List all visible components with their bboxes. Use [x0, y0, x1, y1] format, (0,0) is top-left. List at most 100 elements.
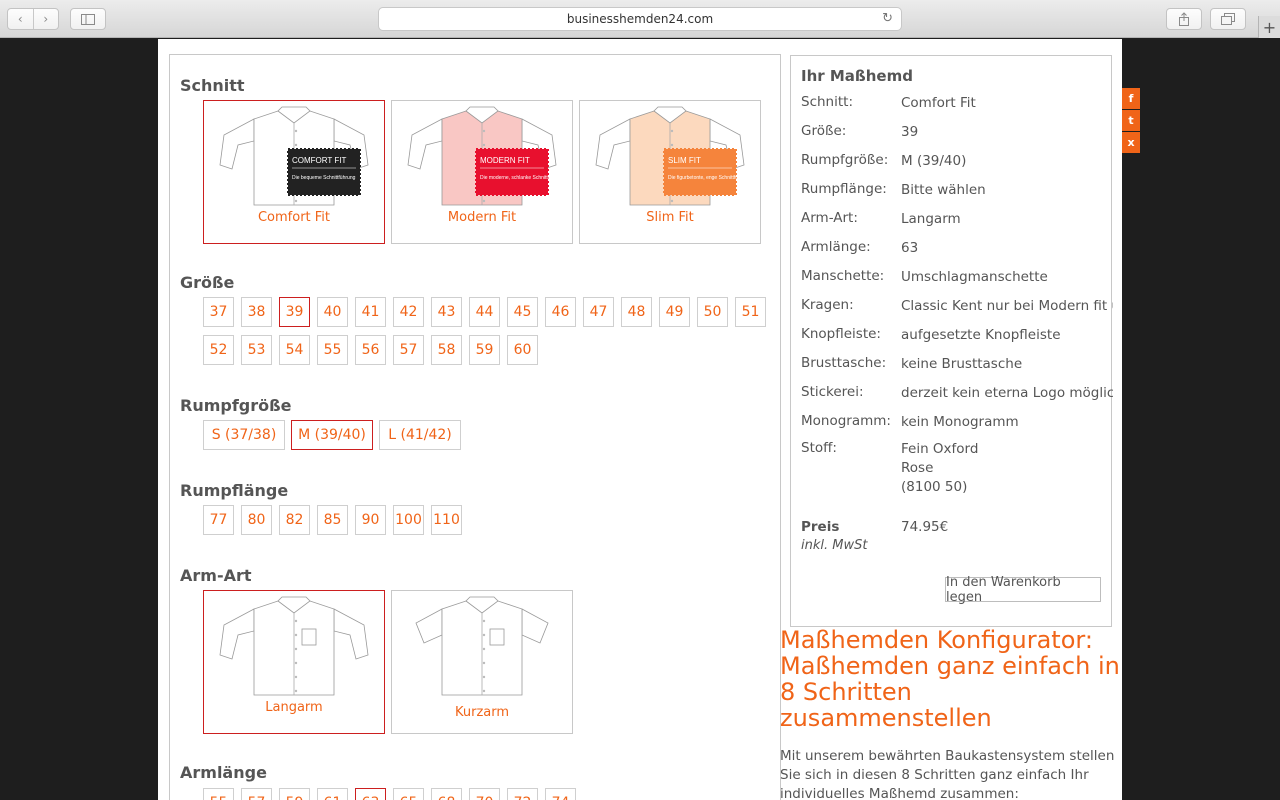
summary-value: derzeit kein eterna Logo möglich	[901, 385, 1113, 401]
size-option[interactable]: 48	[621, 297, 652, 327]
tabs-overview-icon[interactable]	[1210, 8, 1246, 30]
svg-text:Die bequeme Schnittführung: Die bequeme Schnittführung	[292, 175, 356, 181]
summary-key: Manschette:	[801, 268, 885, 284]
history-nav: ‹ ›	[7, 8, 59, 30]
summary-key: Brusttasche:	[801, 355, 887, 371]
body-size-option[interactable]: M (39/40)	[291, 420, 373, 450]
body-length-option[interactable]: 85	[317, 505, 348, 535]
body-size-option[interactable]: L (41/42)	[379, 420, 461, 450]
sleeve-length-option[interactable]: 59	[279, 788, 310, 800]
sleeve-length-option[interactable]: 70	[469, 788, 500, 800]
body-length-option[interactable]: 110	[431, 505, 462, 535]
sleeve-length-option[interactable]: 57	[241, 788, 272, 800]
size-option[interactable]: 60	[507, 335, 538, 365]
size-option[interactable]: 40	[317, 297, 348, 327]
svg-text:SLIM FIT: SLIM FIT	[668, 156, 701, 165]
svg-text:COMFORT FIT: COMFORT FIT	[292, 156, 346, 165]
forward-icon[interactable]: ›	[32, 9, 59, 29]
size-option[interactable]: 57	[393, 335, 424, 365]
reload-icon[interactable]: ↻	[882, 11, 893, 26]
size-option[interactable]: 49	[659, 297, 690, 327]
size-option[interactable]: 53	[241, 335, 272, 365]
size-option[interactable]: 43	[431, 297, 462, 327]
fit-option-card[interactable]: SLIM FIT Die figurbetonte, enge Schnittfü…	[579, 100, 761, 244]
shirt-image	[219, 596, 369, 696]
size-option[interactable]: 41	[355, 297, 386, 327]
summary-value: Bitte wählen	[901, 182, 986, 198]
body-length-option[interactable]: 82	[279, 505, 310, 535]
size-option[interactable]: 55	[317, 335, 348, 365]
shirt-image	[415, 596, 549, 696]
size-option[interactable]: 44	[469, 297, 500, 327]
new-tab-icon[interactable]: +	[1258, 16, 1280, 38]
sleeve-length-option[interactable]: 68	[431, 788, 462, 800]
xing-icon[interactable]: x	[1122, 132, 1140, 153]
sidebar-toggle-icon[interactable]	[70, 8, 106, 30]
summary-panel: Ihr Maßhemd Schnitt: Comfort Fit Größe: 39 R…	[790, 55, 1113, 627]
section-title-schnitt: Schnitt	[180, 76, 245, 95]
summary-key: Kragen:	[801, 297, 854, 313]
fit-option-card[interactable]: MODERN FIT Die moderne, schlanke Schnittf…	[391, 100, 573, 244]
fit-option-card[interactable]: COMFORT FIT Die bequeme Schnittführung Com…	[203, 100, 385, 244]
sleeve-type-card[interactable]: Kurzarm	[391, 590, 573, 734]
twitter-icon[interactable]: t	[1122, 110, 1140, 131]
summary-key: Armlänge:	[801, 239, 871, 255]
body-length-option[interactable]: 100	[393, 505, 424, 535]
body-size-option[interactable]: S (37/38)	[203, 420, 285, 450]
fit-option-label: Slim Fit	[646, 210, 694, 225]
intro-text: Mit unserem bewährten Baukastensystem st…	[780, 748, 1115, 800]
size-option[interactable]: 59	[469, 335, 500, 365]
summary-key: Stickerei:	[801, 384, 864, 400]
add-to-cart-button[interactable]: In den Warenkorb legen	[945, 575, 1101, 605]
share-icon[interactable]	[1166, 8, 1202, 30]
size-option[interactable]: 51	[735, 297, 766, 327]
sleeve-length-option[interactable]: 61	[317, 788, 348, 800]
body-length-option[interactable]: 77	[203, 505, 234, 535]
shirt-image: SLIM FIT Die figurbetonte, enge Schnittfü…	[595, 106, 750, 206]
summary-value: keine Brusttasche	[901, 356, 1023, 372]
size-option[interactable]: 45	[507, 297, 538, 327]
back-icon[interactable]: ‹	[8, 9, 33, 29]
social-share-bar: f t x	[1122, 88, 1140, 154]
address-bar[interactable]: businesshemden24.com ↻	[378, 7, 902, 31]
summary-value: Classic Kent nur bei Modern fit un	[901, 298, 1113, 314]
summary-value: Umschlagmanschette	[901, 269, 1048, 285]
svg-text:MODERN FIT: MODERN FIT	[480, 156, 530, 165]
size-option[interactable]: 47	[583, 297, 614, 327]
size-option[interactable]: 38	[241, 297, 272, 327]
price-label: Preis	[801, 519, 840, 535]
sleeve-type-label: Kurzarm	[454, 705, 510, 720]
summary-value: M (39/40)	[901, 153, 967, 169]
fabric-code: (8100 50)	[901, 479, 968, 495]
summary-value: Comfort Fit	[901, 95, 976, 111]
sleeve-length-option[interactable]: 65	[393, 788, 424, 800]
sleeve-type-card[interactable]: Langarm	[203, 590, 385, 734]
section-title-armart: Arm-Art	[180, 566, 252, 585]
sleeve-length-option[interactable]: 72	[507, 788, 538, 800]
size-option[interactable]: 50	[697, 297, 728, 327]
summary-key: Stoff:	[801, 440, 837, 456]
facebook-icon[interactable]: f	[1122, 88, 1140, 109]
body-length-option[interactable]: 90	[355, 505, 386, 535]
shirt-image: COMFORT FIT Die bequeme Schnittführung	[219, 106, 369, 206]
sleeve-length-option[interactable]: 63	[355, 788, 386, 800]
summary-value: Langarm	[901, 211, 961, 227]
shirt-image: MODERN FIT Die moderne, schlanke Schnittf…	[407, 106, 562, 206]
size-option[interactable]: 56	[355, 335, 386, 365]
size-option[interactable]: 58	[431, 335, 462, 365]
summary-key: Größe:	[801, 123, 847, 139]
body-length-option[interactable]: 80	[241, 505, 272, 535]
size-option[interactable]: 46	[545, 297, 576, 327]
size-option[interactable]: 39	[279, 297, 310, 327]
sleeve-length-option[interactable]: 74	[545, 788, 576, 800]
size-option[interactable]: 54	[279, 335, 310, 365]
size-option[interactable]: 37	[203, 297, 234, 327]
fabric-color: Rose	[901, 460, 934, 476]
page: Schnitt COMFORT FIT Die bequeme Schnittfü…	[158, 39, 1140, 800]
fit-option-label: Comfort Fit	[257, 210, 331, 225]
fabric-name: Fein Oxford	[901, 441, 979, 457]
sleeve-length-option[interactable]: 55	[203, 788, 234, 800]
size-option[interactable]: 52	[203, 335, 234, 365]
section-title-groesse: Größe	[180, 273, 235, 292]
size-option[interactable]: 42	[393, 297, 424, 327]
